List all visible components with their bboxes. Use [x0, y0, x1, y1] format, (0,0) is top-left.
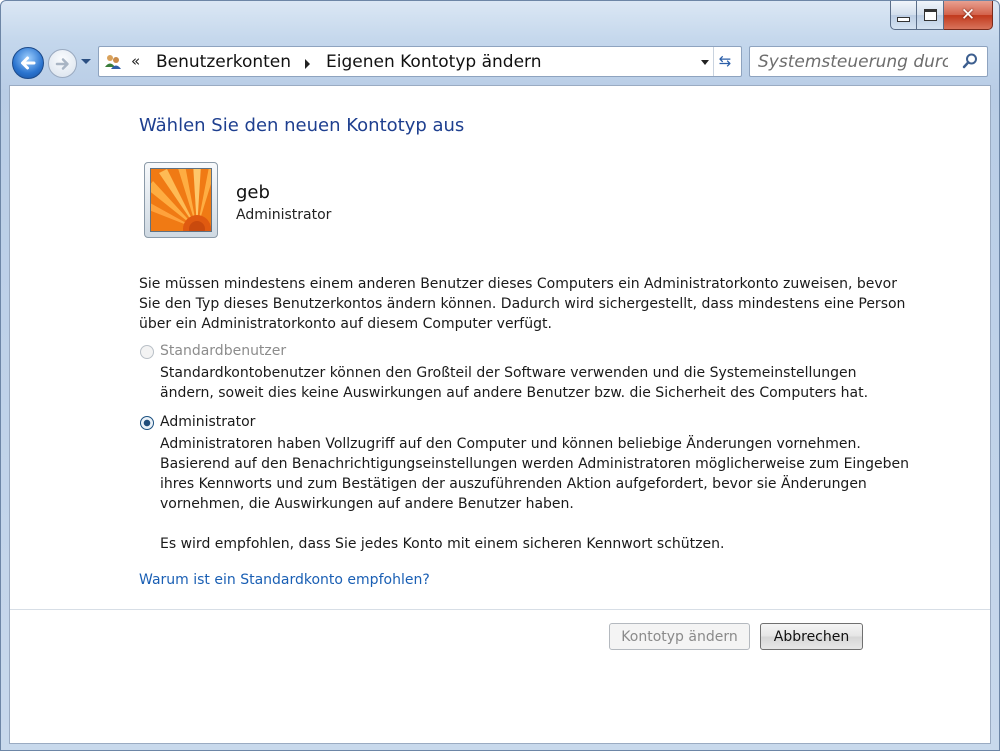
info-line: Sie müssen mindestens einem anderen Benu…: [139, 276, 897, 292]
standardbenutzer-description: Standardkontobenutzer können den Großtei…: [160, 363, 880, 403]
description-line: Basierend auf den Benachrichtigungseinst…: [160, 456, 910, 472]
change-account-type-button[interactable]: Kontotyp ändern: [609, 623, 750, 650]
back-button[interactable]: [12, 47, 44, 79]
footer-divider: [10, 609, 990, 610]
radio-administrator[interactable]: [140, 416, 154, 430]
why-standard-account-link[interactable]: Warum ist ein Standardkonto empfohlen?: [139, 572, 430, 588]
address-dropdown-icon[interactable]: [701, 60, 709, 65]
recent-pages-dropdown[interactable]: [81, 59, 91, 64]
description-line: Administratoren haben Vollzugriff auf de…: [160, 436, 861, 452]
forward-arrow-icon: [55, 57, 69, 70]
description-line: vornehmen, die Auswirkungen auf andere B…: [160, 496, 574, 512]
maximize-icon: [923, 9, 937, 21]
user-account-type: Administrator: [236, 207, 332, 223]
cancel-button[interactable]: Abbrechen: [760, 623, 863, 650]
info-line: Sie den Typ dieses Benutzerkontos ändern…: [139, 296, 906, 312]
info-line: über ein Administratorkonto auf diesem C…: [139, 316, 552, 332]
description-line: Standardkontobenutzer können den Großtei…: [160, 365, 857, 381]
breadcrumb-current[interactable]: Eigenen Kontotyp ändern: [326, 52, 542, 72]
search-icon[interactable]: [961, 52, 979, 70]
page-title: Wählen Sie den neuen Kontotyp aus: [139, 115, 465, 136]
radio-label-standardbenutzer[interactable]: Standardbenutzer: [160, 343, 286, 359]
content-pane: Wählen Sie den neuen Kontotyp aus geb Ad…: [9, 85, 991, 744]
address-overflow-chevron[interactable]: «: [131, 52, 140, 70]
refresh-button[interactable]: ⇆: [714, 50, 736, 72]
administrator-description: Administratoren haben Vollzugriff auf de…: [160, 434, 910, 554]
close-icon: ✕: [960, 4, 976, 25]
flower-image: [151, 169, 211, 231]
maximize-button[interactable]: [917, 1, 944, 30]
minimize-button[interactable]: [890, 1, 917, 30]
breadcrumb-benutzerkonten[interactable]: Benutzerkonten: [156, 52, 291, 72]
caption-buttons: ✕: [890, 1, 993, 31]
minimize-icon: [897, 17, 910, 22]
user-accounts-icon: [105, 55, 121, 69]
address-bar[interactable]: « Benutzerkonten Eigenen Kontotyp ändern: [98, 46, 742, 77]
radio-label-administrator[interactable]: Administrator: [160, 414, 255, 430]
window-frame: ✕ « Benutzerkonten Eigenen Kontotyp ände…: [0, 0, 1000, 751]
refresh-icon: ⇆: [718, 52, 732, 70]
search-box[interactable]: [749, 46, 988, 77]
close-button[interactable]: ✕: [944, 1, 993, 30]
flower-picture: [150, 168, 212, 232]
back-arrow-icon: [21, 56, 36, 70]
user-name: geb: [236, 182, 270, 203]
password-recommendation: Es wird empfohlen, dass Sie jedes Konto …: [160, 536, 725, 552]
search-input[interactable]: [758, 51, 948, 73]
info-paragraph: Sie müssen mindestens einem anderen Benu…: [139, 274, 906, 334]
description-line: [160, 514, 880, 534]
description-line: ändern, soweit dies keine Auswirkungen a…: [160, 385, 869, 401]
radio-standardbenutzer[interactable]: [140, 345, 154, 359]
user-avatar: [144, 162, 218, 238]
forward-button[interactable]: [48, 49, 77, 78]
description-line: ihres Kennworts und zum Bestätigen der a…: [160, 476, 867, 492]
breadcrumb-arrow-icon[interactable]: [305, 59, 310, 69]
